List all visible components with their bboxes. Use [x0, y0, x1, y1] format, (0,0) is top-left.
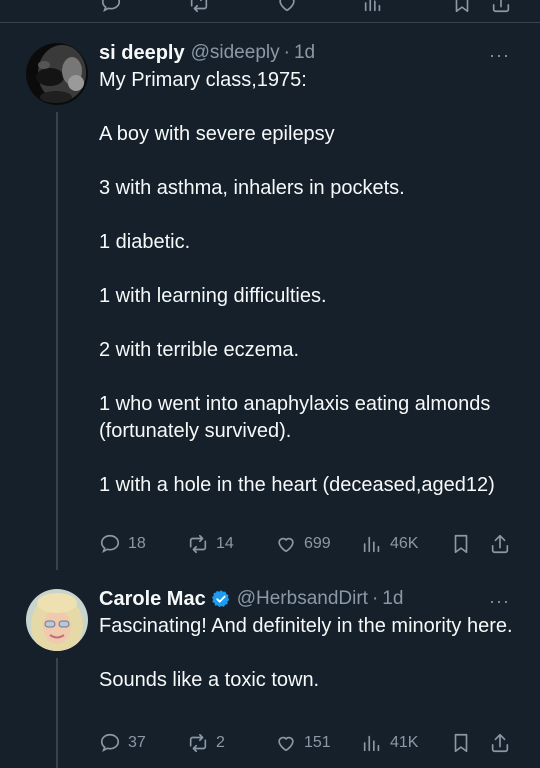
thread-line	[56, 112, 58, 570]
retweet-count: 14	[216, 535, 234, 552]
views-button[interactable]: 41K	[361, 732, 418, 754]
heart-icon[interactable]	[276, 0, 298, 14]
share-icon	[491, 534, 509, 554]
bookmark-icon	[454, 733, 468, 753]
share-icon[interactable]	[490, 0, 512, 14]
tweet-paragraph: 1 with a hole in the heart (deceased,age…	[99, 474, 495, 496]
tweet[interactable]: Carole Mac @HerbsandDirt · 1d ··· Fascin…	[0, 586, 540, 768]
display-name[interactable]: Carole Mac	[99, 588, 206, 611]
retweet-icon	[189, 733, 207, 753]
display-name[interactable]: si deeply	[99, 42, 185, 65]
views-icon	[363, 735, 380, 752]
reply-icon	[100, 733, 120, 753]
bookmark-button[interactable]	[450, 732, 479, 754]
bookmark-button[interactable]	[450, 533, 479, 555]
like-button[interactable]: 699	[275, 533, 331, 555]
views-icon[interactable]	[362, 0, 384, 14]
avatar[interactable]	[26, 43, 88, 105]
verified-badge-icon[interactable]	[211, 589, 231, 609]
reply-count: 18	[128, 535, 146, 552]
tweet-text: Fascinating! And definitely in the minor…	[99, 613, 520, 694]
share-icon	[491, 733, 509, 753]
bookmark-icon[interactable]	[451, 0, 473, 14]
tweet-paragraph: 2 with terrible eczema.	[99, 339, 300, 361]
reply-button[interactable]: 37	[99, 732, 146, 754]
tweet-paragraph: Sounds like a toxic town.	[99, 669, 320, 691]
retweet-count: 2	[216, 734, 225, 751]
tweet-paragraph: 1 with learning difficulties.	[99, 285, 327, 307]
reply-icon[interactable]	[100, 0, 122, 14]
retweet-button[interactable]: 2	[187, 732, 225, 754]
timestamp[interactable]: 1d	[294, 42, 315, 64]
bookmark-icon	[454, 534, 468, 554]
views-button[interactable]: 46K	[361, 533, 418, 555]
avatar-image	[26, 589, 88, 651]
tweet-header: si deeply @sideeply · 1d	[99, 40, 315, 66]
tweet-actions: 18 14 699 46K	[99, 533, 519, 557]
heart-icon	[278, 537, 294, 553]
thread-line	[56, 658, 58, 768]
like-button[interactable]: 151	[275, 732, 331, 754]
reply-button[interactable]: 18	[99, 533, 146, 555]
tweet-header: Carole Mac @HerbsandDirt · 1d	[99, 586, 403, 612]
separator-dot: ·	[371, 588, 379, 609]
like-count: 699	[304, 535, 331, 552]
retweet-icon[interactable]	[188, 0, 210, 14]
previous-tweet-actions-cropped	[0, 0, 540, 14]
tweet-text: My Primary class,1975: A boy with severe…	[99, 67, 520, 499]
view-count: 46K	[390, 535, 419, 552]
views-icon	[363, 536, 380, 553]
heart-icon	[278, 736, 294, 752]
share-button[interactable]	[489, 732, 518, 754]
tweet-paragraph: 1 who went into anaphylaxis eating almon…	[99, 393, 491, 442]
separator-dot: ·	[283, 42, 290, 63]
user-handle[interactable]: @HerbsandDirt	[237, 588, 368, 610]
reply-count: 37	[128, 734, 146, 751]
like-count: 151	[304, 734, 331, 751]
view-count: 41K	[390, 734, 419, 751]
avatar-image	[26, 43, 88, 105]
tweet-paragraph: My Primary class,1975:	[99, 69, 307, 91]
reply-icon	[100, 534, 120, 554]
tweet-paragraph: 3 with asthma, inhalers in pockets.	[99, 177, 405, 199]
more-options-icon[interactable]: ···	[489, 591, 510, 612]
tweet-actions: 37 2 151 41K	[99, 732, 519, 756]
timestamp[interactable]: 1d	[382, 588, 403, 610]
share-button[interactable]	[489, 533, 518, 555]
divider	[0, 22, 540, 23]
more-options-icon[interactable]: ···	[489, 45, 510, 66]
avatar[interactable]	[26, 589, 88, 651]
tweet-paragraph: A boy with severe epilepsy	[99, 123, 335, 145]
tweet[interactable]: si deeply @sideeply · 1d ··· My Primary …	[0, 40, 540, 570]
user-handle[interactable]: @sideeply	[191, 42, 280, 64]
retweet-button[interactable]: 14	[187, 533, 234, 555]
tweet-paragraph: Fascinating! And definitely in the minor…	[99, 615, 513, 637]
tweet-paragraph: 1 diabetic.	[99, 231, 191, 253]
retweet-icon	[189, 534, 207, 554]
